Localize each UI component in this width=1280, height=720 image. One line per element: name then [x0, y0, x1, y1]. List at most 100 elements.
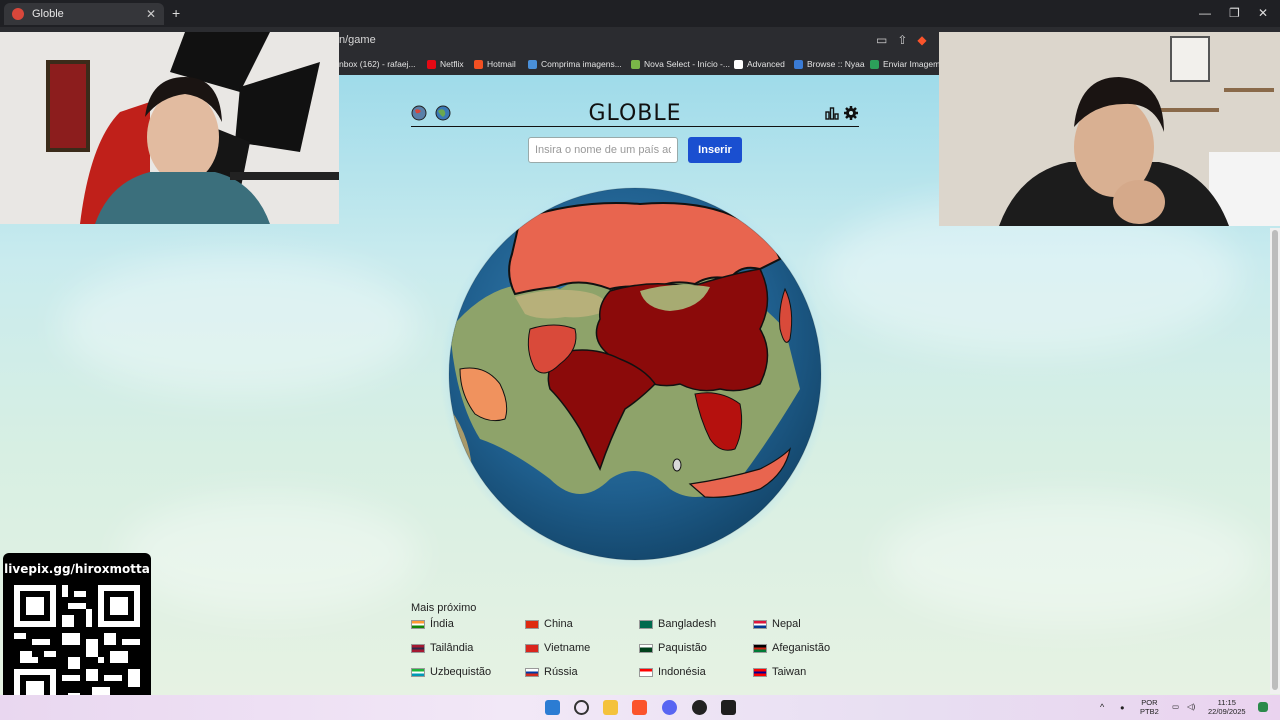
compress-icon: [528, 59, 537, 69]
bookmark-item[interactable]: nbox (162) - rafaej...: [339, 59, 416, 69]
search-icon[interactable]: [574, 700, 589, 715]
file-explorer-icon[interactable]: [603, 700, 618, 715]
country-item: China: [525, 616, 639, 632]
flag-icon: [639, 643, 653, 653]
image-upload-icon: [870, 59, 879, 69]
game-header: GLOBLE: [411, 101, 859, 127]
webcam-left-image: [0, 32, 339, 224]
advanced-icon: [734, 59, 743, 69]
scrollbar-thumb[interactable]: [1272, 230, 1278, 690]
game-title: GLOBLE: [588, 101, 682, 126]
country-name: Bangladesh: [658, 618, 717, 630]
country-item: Nepal: [753, 616, 867, 632]
minimize-icon[interactable]: —: [1199, 6, 1211, 20]
brave-shield-icon[interactable]: ◆: [917, 33, 926, 47]
clock[interactable]: 11:15 22/09/2025: [1208, 698, 1246, 716]
tab-bar: Globle ✕ + — ❐ ✕: [0, 0, 1280, 27]
flag-icon: [525, 643, 539, 653]
globle-favicon-icon: [12, 8, 24, 20]
discord-icon[interactable]: [662, 700, 677, 715]
country-input[interactable]: [528, 137, 678, 163]
nyaa-icon: [794, 59, 803, 69]
language-indicator[interactable]: POR PTB2: [1140, 698, 1159, 716]
country-name: Indonésia: [658, 666, 706, 678]
restore-icon[interactable]: ❐: [1229, 6, 1240, 20]
closest-countries: Mais próximo Índia China Bangladesh Nepal Ta…: [411, 602, 871, 680]
country-item: Tailândia: [411, 640, 525, 656]
cast-icon[interactable]: ▭: [876, 33, 887, 47]
taskbar: ^ ● POR PTB2 ▭ ◁) 11:15 22/09/2025: [0, 695, 1280, 720]
close-tab-icon[interactable]: ✕: [146, 7, 156, 21]
country-name: Uzbequistão: [430, 666, 492, 678]
insert-button[interactable]: Inserir: [688, 137, 742, 163]
bookmark-item[interactable]: Hotmail: [474, 59, 516, 69]
country-item: Paquistão: [639, 640, 753, 656]
results-title: Mais próximo: [411, 602, 477, 614]
country-name: China: [544, 618, 573, 630]
microphone-icon[interactable]: ●: [1120, 703, 1125, 712]
country-name: Índia: [430, 618, 454, 630]
country-item: Taiwan: [753, 664, 867, 680]
flag-icon: [753, 619, 767, 629]
notification-icon[interactable]: [1258, 702, 1268, 712]
tab-globle[interactable]: Globle ✕: [4, 3, 164, 25]
tray-chevron-icon[interactable]: ^: [1100, 703, 1104, 712]
page-scrollbar[interactable]: [1270, 228, 1280, 694]
bookmark-item[interactable]: Nova Select - Início -...: [631, 59, 730, 69]
stats-icon[interactable]: [824, 105, 840, 121]
flag-icon: [411, 619, 425, 629]
flag-icon: [525, 667, 539, 677]
volume-icon[interactable]: ◁): [1187, 702, 1195, 711]
obs-icon[interactable]: [692, 700, 707, 715]
new-tab-icon[interactable]: +: [172, 5, 180, 21]
country-item: Uzbequistão: [411, 664, 525, 680]
webcam-right: [939, 32, 1280, 226]
country-name: Nepal: [772, 618, 801, 630]
country-item: Indonésia: [639, 664, 753, 680]
country-item: Índia: [411, 616, 525, 632]
tab-title: Globle: [32, 8, 64, 20]
close-window-icon[interactable]: ✕: [1258, 6, 1268, 20]
cloud-decoration: [120, 495, 420, 615]
flag-icon: [639, 619, 653, 629]
hotmail-icon: [474, 59, 483, 69]
cloud-decoration: [880, 495, 1260, 625]
bookmark-item[interactable]: Netflix: [427, 59, 464, 69]
qr-code: [14, 585, 140, 711]
bookmark-item[interactable]: Enviar Imagem: [870, 59, 940, 69]
windows-start-icon[interactable]: [545, 700, 560, 715]
bookmark-item[interactable]: Browse :: Nyaa: [794, 59, 865, 69]
network-icon[interactable]: ▭: [1172, 702, 1179, 711]
brave-browser-icon[interactable]: [632, 700, 647, 715]
flag-icon: [753, 667, 767, 677]
settings-icon[interactable]: [843, 105, 859, 121]
country-item: Bangladesh: [639, 616, 753, 632]
webcam-left: [0, 32, 339, 224]
country-sri-lanka: [672, 458, 682, 472]
share-icon[interactable]: ⇧: [897, 33, 907, 47]
country-name: Rússia: [544, 666, 578, 678]
country-item: Vietname: [525, 640, 639, 656]
country-name: Tailândia: [430, 642, 474, 654]
flag-icon: [639, 667, 653, 677]
country-item: Rússia: [525, 664, 639, 680]
flag-icon: [411, 667, 425, 677]
country-item: Afeganistão: [753, 640, 867, 656]
country-name: Taiwan: [772, 666, 807, 678]
webcam-right-image: [939, 32, 1280, 226]
nova-select-icon: [631, 59, 640, 69]
livepix-label: livepix.gg/hiroxmotta: [4, 562, 150, 576]
flag-icon: [411, 643, 425, 653]
cloud-decoration: [60, 255, 420, 395]
url-field[interactable]: n/game: [339, 34, 376, 46]
country-name: Vietname: [544, 642, 591, 654]
terminal-icon[interactable]: [721, 700, 736, 715]
bookmark-item[interactable]: Comprima imagens...: [528, 59, 622, 69]
flag-icon: [525, 619, 539, 629]
country-name: Paquistão: [658, 642, 707, 654]
netflix-icon: [427, 59, 436, 69]
globe[interactable]: [440, 179, 830, 569]
flag-icon: [753, 643, 767, 653]
country-name: Afeganistão: [772, 642, 831, 654]
bookmark-item[interactable]: Advanced: [734, 59, 785, 69]
